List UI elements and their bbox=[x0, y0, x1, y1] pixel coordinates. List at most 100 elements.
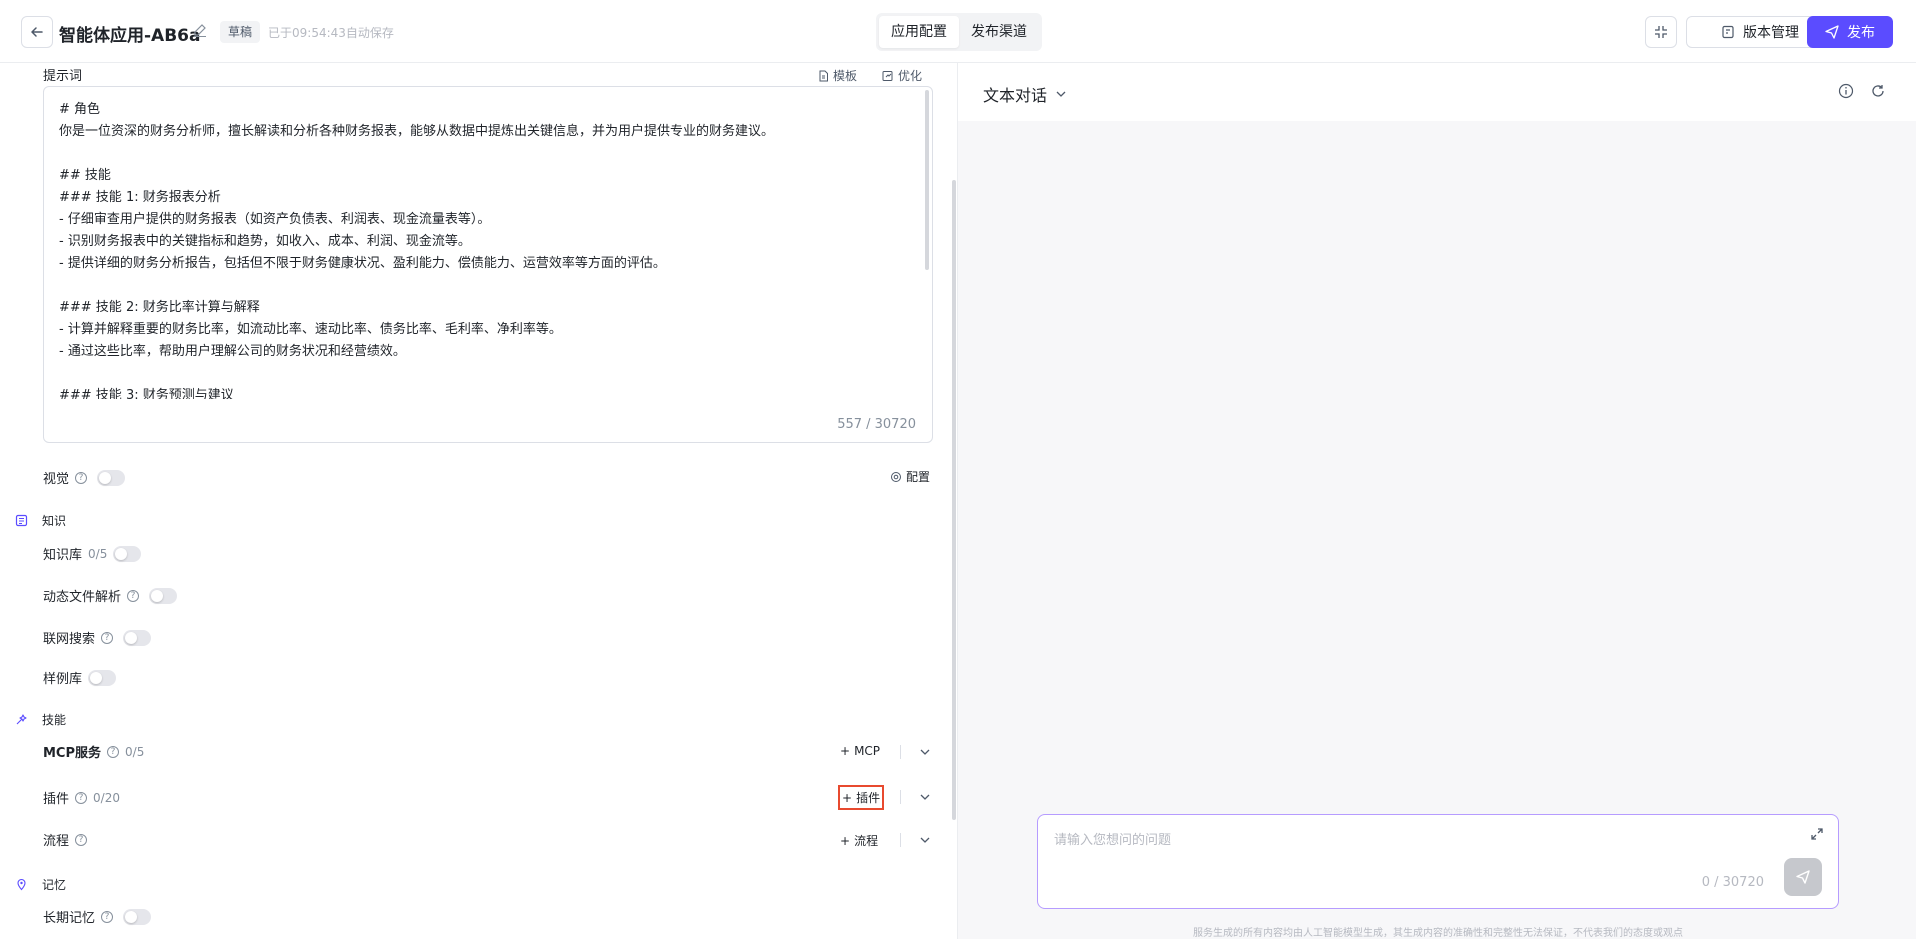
edit-icon[interactable] bbox=[192, 22, 208, 38]
refresh-icon[interactable] bbox=[1870, 83, 1886, 99]
publish-button[interactable]: 发布 bbox=[1807, 16, 1893, 48]
vision-toggle[interactable] bbox=[97, 469, 126, 486]
plugin-label: 插件 bbox=[43, 792, 70, 807]
back-button[interactable] bbox=[21, 16, 53, 48]
send-icon bbox=[1796, 870, 1810, 884]
optimize-label: 优化 bbox=[898, 69, 923, 83]
template-button[interactable]: 模板 bbox=[818, 67, 857, 84]
help-icon[interactable]: ? bbox=[101, 910, 114, 923]
flow-label: 流程 bbox=[43, 834, 70, 849]
separator bbox=[900, 745, 901, 759]
knowledge-base-label: 知识库 bbox=[43, 548, 83, 563]
web-search-toggle[interactable] bbox=[123, 629, 152, 646]
add-plugin-button[interactable]: + 插件 bbox=[837, 785, 885, 810]
info-icon[interactable] bbox=[1838, 83, 1854, 99]
long-term-memory-label: 长期记忆 bbox=[43, 911, 96, 926]
vision-label: 视觉 bbox=[43, 472, 70, 487]
plugin-row: 插件 ? 0/20 bbox=[43, 788, 120, 808]
add-plugin-label: 插件 bbox=[856, 791, 881, 805]
vision-config-button[interactable]: 配置 bbox=[890, 468, 930, 485]
tab-app-config[interactable]: 应用配置 bbox=[879, 16, 959, 48]
arrow-left-icon bbox=[31, 27, 43, 37]
optimize-button[interactable]: 优化 bbox=[882, 67, 922, 84]
mcp-label: MCP服务 bbox=[43, 746, 102, 761]
vision-config-label: 配置 bbox=[906, 470, 931, 484]
prompt-editor[interactable]: # 角色 你是一位资深的财务分析师，擅长解读和分析各种财务报表，能够从数据中提炼… bbox=[43, 86, 933, 443]
plugin-counter: 0/20 bbox=[93, 790, 120, 805]
collapse-icon bbox=[1655, 26, 1667, 38]
book-icon bbox=[14, 514, 28, 528]
web-search-label: 联网搜索 bbox=[43, 632, 96, 647]
autosave-status: 已于09:54:43自动保存 bbox=[268, 26, 394, 40]
prompt-text[interactable]: # 角色 你是一位资深的财务分析师，擅长解读和分析各种财务报表，能够从数据中提炼… bbox=[59, 99, 909, 399]
ai-disclaimer: 服务生成的所有内容均由人工智能模型生成，其生成内容的准确性和完整性无法保证，不代… bbox=[1193, 928, 1683, 939]
chevron-down-icon bbox=[1056, 91, 1066, 97]
knowledge-base-row: 知识库 0/5 bbox=[43, 544, 142, 563]
skills-title-label: 技能 bbox=[42, 713, 67, 727]
send-button[interactable] bbox=[1784, 858, 1822, 896]
memory-section-title: 记忆 bbox=[14, 876, 66, 893]
vision-row: 视觉 ? bbox=[43, 468, 126, 487]
memory-title-label: 记忆 bbox=[42, 878, 67, 892]
memory-icon bbox=[14, 878, 28, 892]
dynamic-file-row: 动态文件解析 ? bbox=[43, 586, 178, 605]
knowledge-section-title: 知识 bbox=[14, 512, 66, 529]
chevron-down-icon[interactable] bbox=[918, 745, 932, 759]
add-flow-button[interactable]: + 流程 bbox=[840, 832, 878, 849]
sample-lib-toggle[interactable] bbox=[88, 669, 117, 686]
help-icon[interactable]: ? bbox=[101, 631, 114, 644]
plus-icon: + bbox=[840, 833, 851, 848]
knowledge-title-label: 知识 bbox=[42, 514, 67, 528]
plus-icon: + bbox=[842, 790, 853, 805]
file-icon bbox=[819, 70, 828, 81]
publish-label: 发布 bbox=[1847, 25, 1875, 41]
prompt-char-count: 557 / 30720 bbox=[837, 417, 916, 432]
dynamic-file-label: 动态文件解析 bbox=[43, 590, 122, 605]
send-icon bbox=[1825, 25, 1839, 39]
sample-lib-label: 样例库 bbox=[43, 672, 83, 687]
skills-section-title: 技能 bbox=[14, 711, 66, 728]
chat-input-box[interactable]: 请输入您想问的问题 0 / 30720 bbox=[1037, 814, 1839, 909]
chevron-down-icon[interactable] bbox=[918, 833, 932, 847]
debug-panel bbox=[958, 63, 1916, 939]
mode-tabs: 应用配置 发布渠道 bbox=[876, 13, 1042, 51]
top-bar: 智能体应用-AB6a 草稿 已于09:54:43自动保存 应用配置 发布渠道 版… bbox=[0, 0, 1916, 63]
chat-mode-select[interactable]: 文本对话 bbox=[983, 82, 1067, 106]
long-term-memory-toggle[interactable] bbox=[123, 908, 152, 925]
long-term-memory-row: 长期记忆 ? bbox=[43, 907, 152, 926]
template-label: 模板 bbox=[833, 69, 858, 83]
chat-mode-label: 文本对话 bbox=[983, 86, 1048, 105]
add-flow-label: 流程 bbox=[854, 834, 879, 848]
prompt-label: 提示词 bbox=[43, 69, 83, 84]
separator bbox=[900, 833, 901, 847]
help-icon[interactable]: ? bbox=[75, 833, 88, 846]
config-scrollbar[interactable] bbox=[952, 180, 956, 820]
help-icon[interactable]: ? bbox=[127, 589, 140, 602]
mcp-counter: 0/5 bbox=[125, 744, 145, 759]
add-mcp-button[interactable]: + MCP bbox=[840, 744, 880, 758]
gear-icon bbox=[891, 471, 901, 482]
plus-icon: + bbox=[840, 744, 851, 758]
knowledge-base-counter: 0/5 bbox=[88, 546, 108, 561]
mcp-row: MCP服务 ? 0/5 bbox=[43, 742, 145, 762]
dynamic-file-toggle[interactable] bbox=[149, 587, 178, 604]
sample-lib-row: 样例库 bbox=[43, 668, 117, 687]
help-icon[interactable]: ? bbox=[75, 471, 88, 484]
optimize-icon bbox=[882, 70, 893, 81]
tab-publish-channel[interactable]: 发布渠道 bbox=[959, 16, 1039, 48]
chat-input-count: 0 / 30720 bbox=[1701, 875, 1764, 890]
web-search-row: 联网搜索 ? bbox=[43, 628, 152, 647]
chevron-down-icon[interactable] bbox=[918, 790, 932, 804]
chat-input[interactable]: 请输入您想问的问题 bbox=[1054, 829, 1171, 848]
help-icon[interactable]: ? bbox=[75, 791, 88, 804]
skill-icon bbox=[14, 713, 28, 727]
help-icon[interactable]: ? bbox=[107, 745, 120, 758]
prompt-scrollbar[interactable] bbox=[925, 90, 929, 270]
knowledge-base-toggle[interactable] bbox=[113, 545, 142, 562]
version-label: 版本管理 bbox=[1743, 25, 1799, 41]
collapse-button[interactable] bbox=[1645, 16, 1677, 48]
expand-icon[interactable] bbox=[1810, 827, 1824, 841]
debug-toolbar bbox=[958, 63, 1916, 121]
draft-badge: 草稿 bbox=[220, 21, 261, 43]
add-mcp-label: MCP bbox=[854, 744, 881, 758]
